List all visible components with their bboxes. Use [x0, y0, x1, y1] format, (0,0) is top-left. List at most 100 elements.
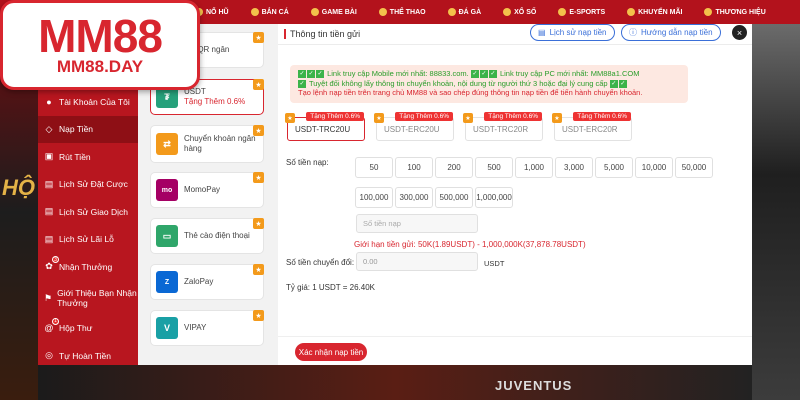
deposit-history-button[interactable]: ▤ Lịch sử nạp tiền [530, 24, 615, 41]
hot-badge-icon: ★ [253, 125, 264, 136]
amount-option[interactable]: 300,000 [395, 187, 433, 208]
bonus-tag: Tặng Thêm 0.6% [573, 112, 631, 121]
amount-input[interactable]: Số tiền nạp [356, 214, 478, 233]
promo-icon [627, 8, 636, 16]
background-banner-bottom [38, 365, 752, 400]
nav-game-bai[interactable]: GAME BÀI [310, 8, 357, 16]
menu-item-mailbox[interactable]: @ 1 Hộp Thư [38, 315, 138, 343]
method-phone-card[interactable]: ▭ Thẻ cào điện thoại ★ [150, 218, 264, 254]
cards-icon [310, 8, 319, 16]
nav-label: BẮN CÁ [261, 8, 289, 16]
background-banner-right [752, 24, 800, 400]
amount-option[interactable]: 1,000,000 [475, 187, 513, 208]
hot-badge-icon: ★ [253, 172, 264, 183]
close-button[interactable]: × [732, 25, 747, 40]
brand-icon [704, 8, 713, 16]
bonus-tag: Tặng Thêm 0.6% [306, 112, 364, 121]
nav-label: E-SPORTS [569, 8, 606, 16]
transaction-history-icon: ▤ [44, 206, 54, 217]
nav-da-ga[interactable]: ĐÁ GÀ [447, 8, 481, 16]
check-icon: ✓ [316, 70, 324, 79]
account-menu: ● Tài Khoản Của Tôi ◇ Nạp Tiền ▣ Rút Tiề… [38, 88, 138, 365]
amount-option[interactable]: 10,000 [635, 157, 673, 178]
amount-option[interactable]: 100 [395, 157, 433, 178]
amount-option[interactable]: 1,000 [515, 157, 553, 178]
info-icon: ⓘ [629, 28, 637, 37]
exchange-rate-text: Tỷ giá: 1 USDT = 26.40K [286, 283, 376, 292]
hot-badge-icon: ★ [253, 218, 264, 229]
nav-label: XỔ SỐ [514, 8, 537, 16]
menu-item-profit-loss[interactable]: ▤ Lịch Sử Lãi Lỗ [38, 226, 138, 254]
divider [278, 336, 752, 337]
menu-item-rewards[interactable]: ✿ 3 Nhận Thưởng [38, 253, 138, 281]
nav-khuyen-mai[interactable]: KHUYẾN MÃI [627, 8, 682, 16]
check-icon: ✓ [609, 79, 618, 88]
esports-icon [558, 8, 567, 16]
deposit-icon: ◇ [45, 123, 53, 134]
menu-item-label: Tài Khoản Của Tôi [59, 96, 130, 107]
menu-item-label: Nạp Tiền [59, 124, 94, 135]
nav-label: GAME BÀI [321, 8, 357, 16]
amount-option[interactable]: 500 [475, 157, 513, 178]
logo-domain-text: MM88.DAY [56, 57, 144, 76]
method-zalopay[interactable]: Z ZaloPay ★ [150, 264, 264, 300]
referral-icon: ⚑ [44, 292, 53, 303]
hot-badge-icon: ★ [253, 32, 264, 43]
check-icon: ✓ [307, 70, 315, 79]
history-icon: ▤ [538, 28, 546, 37]
converted-amount-field: 0.00 [356, 252, 478, 271]
amount-option[interactable]: 5,000 [595, 157, 633, 178]
amount-option[interactable]: 500,000 [435, 187, 473, 208]
network-usdt-erc20u[interactable]: ★ Tặng Thêm 0.6% USDT-ERC20U [374, 112, 454, 141]
button-label: Lịch sử nạp tiền [549, 28, 607, 37]
nav-the-thao[interactable]: THỂ THAO [378, 8, 426, 16]
amount-option[interactable]: 50,000 [675, 157, 713, 178]
notice-mobile-link: Link truy cập Mobile mới nhất: 88833.com… [327, 69, 469, 78]
zalopay-icon: Z [156, 271, 178, 293]
menu-item-referral[interactable]: ⚑ Giới Thiệu Bạn Nhận Thưởng [38, 281, 138, 315]
amount-option[interactable]: 200 [435, 157, 473, 178]
hot-badge-icon: ★ [285, 113, 295, 123]
amount-option[interactable]: 100,000 [355, 187, 393, 208]
menu-item-transaction-history[interactable]: ▤ Lịch Sử Giao Dịch [38, 198, 138, 226]
check-icon: ✓ [479, 70, 488, 79]
profit-loss-icon: ▤ [44, 233, 54, 244]
network-usdt-trc20r[interactable]: ★ Tặng Thêm 0.6% USDT-TRC20R [463, 112, 543, 141]
notice-box: ✓ ✓ ✓ Link truy cập Mobile mới nhất: 88833… [290, 65, 688, 103]
method-momopay[interactable]: mo MomoPay ★ [150, 172, 264, 208]
method-bank-transfer[interactable]: ⇄ Chuyển khoản ngân hàng ★ [150, 125, 264, 163]
logo-main-text: MM88 [38, 10, 163, 62]
mail-icon: @ [44, 323, 54, 334]
network-usdt-erc20r[interactable]: ★ Tặng Thêm 0.6% USDT-ERC20R [552, 112, 632, 141]
menu-item-label: Lịch Sử Đặt Cược [59, 179, 128, 190]
nav-esports[interactable]: E-SPORTS [558, 8, 605, 16]
menu-item-label: Lịch Sử Giao Dịch [59, 206, 128, 217]
hot-badge-icon: ★ [253, 79, 264, 90]
method-text: USDT Tặng Thêm 0.6% [184, 87, 245, 107]
bonus-tag: Tặng Thêm 0.6% [484, 112, 542, 121]
method-vipay[interactable]: V VIPAY ★ [150, 310, 264, 346]
menu-item-auto-refund[interactable]: ◎ Tự Hoàn Tiền [38, 342, 138, 370]
menu-item-deposit[interactable]: ◇ Nạp Tiền [38, 115, 138, 143]
menu-item-bet-history[interactable]: ▤ Lịch Sử Đặt Cược [38, 171, 138, 199]
confirm-deposit-button[interactable]: Xác nhận nạp tiền [295, 343, 367, 361]
amount-option[interactable]: 50 [355, 157, 393, 178]
nav-ban-ca[interactable]: BẮN CÁ [250, 8, 289, 16]
check-icon: ✓ [470, 70, 479, 79]
deposit-guide-button[interactable]: ⓘ Hướng dẫn nạp tiền [621, 24, 721, 41]
nav-thuong-hieu[interactable]: THƯƠNG HIỆU [704, 8, 766, 16]
network-usdt-trc20u[interactable]: ★ Tặng Thêm 0.6% USDT-TRC20U [285, 112, 365, 141]
method-label: Thẻ cào điện thoại [184, 231, 250, 240]
amount-option[interactable]: 3,000 [555, 157, 593, 178]
momo-icon: mo [156, 179, 178, 201]
mm88-logo: MM88 MM88.DAY [0, 0, 200, 90]
hot-badge-icon: ★ [552, 113, 562, 123]
nav-no-hu[interactable]: NỔ HŨ [195, 8, 229, 16]
bonus-tag: Tặng Thêm 0.6% [395, 112, 453, 121]
menu-item-withdraw[interactable]: ▣ Rút Tiền [38, 143, 138, 171]
menu-item-my-account[interactable]: ● Tài Khoản Của Tôi [38, 88, 138, 116]
menu-item-label: Nhận Thưởng [59, 261, 113, 272]
notification-badge: 1 [52, 317, 59, 325]
method-label: ZaloPay [184, 277, 214, 286]
nav-xo-so[interactable]: XỔ SỐ [503, 8, 536, 16]
